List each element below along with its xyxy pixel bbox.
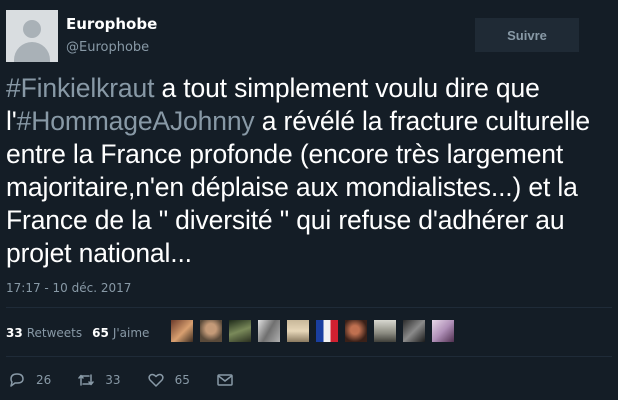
retweets-count: 33 xyxy=(6,326,23,340)
liker-avatar[interactable] xyxy=(229,320,251,342)
hashtag-link[interactable]: #HommageAJohnny xyxy=(17,106,255,136)
liker-avatar[interactable] xyxy=(345,320,367,342)
hashtag-link[interactable]: #Finkielkraut xyxy=(6,73,154,103)
follow-button[interactable]: Suivre xyxy=(475,18,579,52)
avatar[interactable] xyxy=(6,10,58,62)
tweet-text: #Finkielkraut a tout simplement voulu di… xyxy=(6,72,612,270)
liker-avatar[interactable] xyxy=(171,320,193,342)
default-avatar-head xyxy=(23,20,41,38)
liker-avatar[interactable] xyxy=(200,320,222,342)
direct-message-button[interactable] xyxy=(216,372,244,388)
likes-stat[interactable]: 65 J'aime xyxy=(92,326,149,340)
tweet-timestamp[interactable]: 17:17 - 10 déc. 2017 xyxy=(6,281,131,295)
likes-label: J'aime xyxy=(112,326,150,340)
envelope-icon xyxy=(217,374,233,386)
like-count: 65 xyxy=(174,373,190,387)
retweet-icon xyxy=(78,374,95,386)
liker-avatar[interactable] xyxy=(316,320,338,342)
tweet-header: Europhobe @Europhobe Suivre xyxy=(6,10,618,62)
liker-avatar[interactable] xyxy=(258,320,280,342)
display-name[interactable]: Europhobe xyxy=(66,15,157,33)
likers-avatars xyxy=(171,320,461,342)
reply-icon xyxy=(10,373,24,387)
liker-avatar[interactable] xyxy=(374,320,396,342)
engagement-stats: 33 Retweets 65 J'aime xyxy=(6,318,159,348)
tweet-actions: 26 33 65 xyxy=(8,370,270,390)
reply-button[interactable]: 26 xyxy=(8,372,51,388)
retweets-label: Retweets xyxy=(26,326,83,340)
user-handle[interactable]: @Europhobe xyxy=(66,40,149,55)
liker-avatar[interactable] xyxy=(432,320,454,342)
heart-icon xyxy=(147,373,164,387)
divider xyxy=(6,356,612,357)
likes-count: 65 xyxy=(92,326,109,340)
retweet-button[interactable]: 33 xyxy=(77,372,121,388)
retweet-count: 33 xyxy=(105,373,121,387)
retweets-stat[interactable]: 33 Retweets xyxy=(6,326,82,340)
reply-count: 26 xyxy=(36,373,52,387)
liker-avatar[interactable] xyxy=(287,320,309,342)
liker-avatar[interactable] xyxy=(403,320,425,342)
divider xyxy=(6,307,612,308)
like-button[interactable]: 65 xyxy=(147,372,190,388)
default-avatar-body xyxy=(14,42,50,62)
